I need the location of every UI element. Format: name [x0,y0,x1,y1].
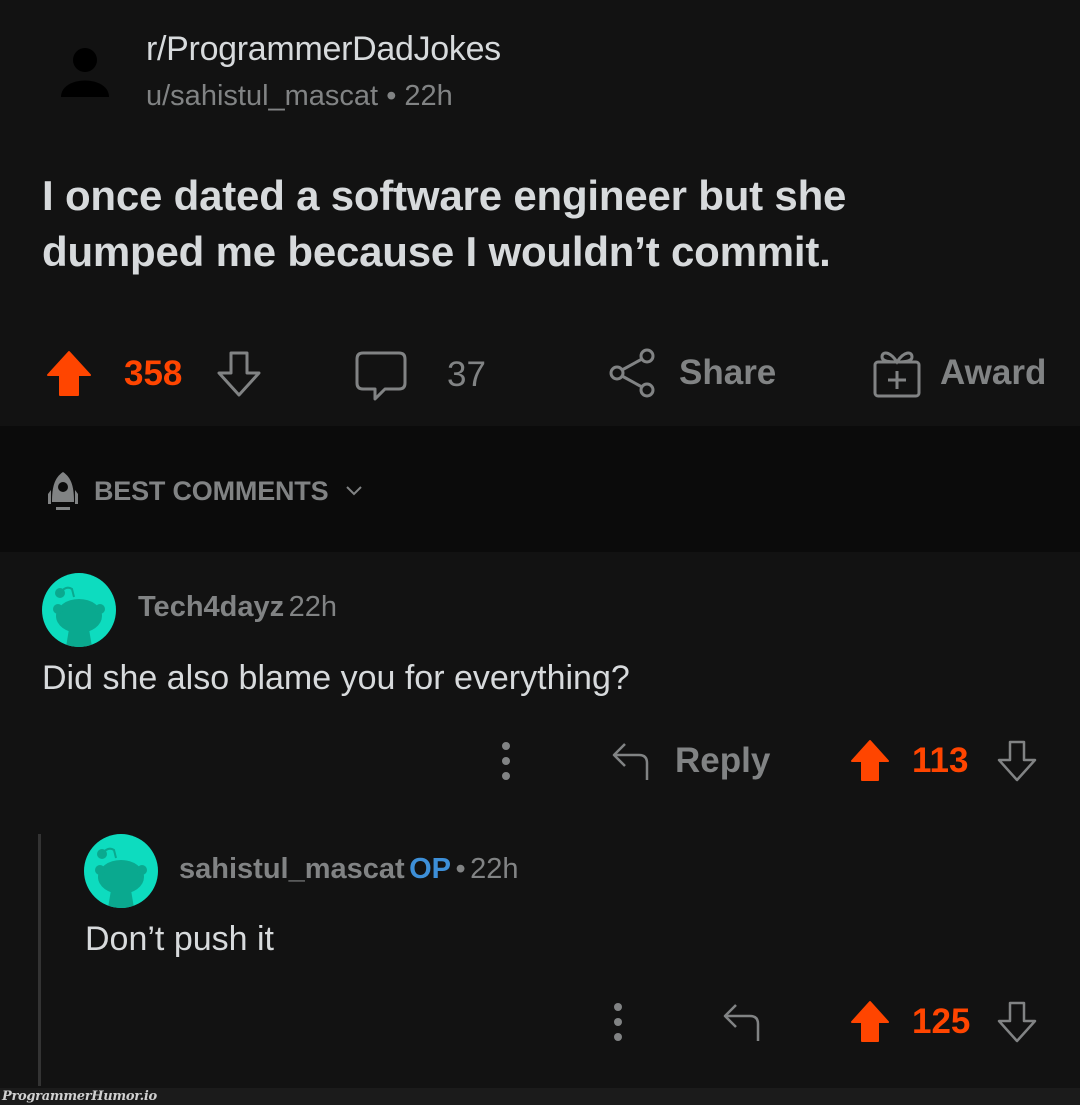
reply-arrow-icon [723,1004,760,1041]
comment-count: 37 [447,355,486,394]
thread-line[interactable] [38,834,41,1086]
commenter-avatar[interactable] [84,834,158,908]
sort-label: BEST COMMENTS [94,475,329,506]
comment-bubble-icon [355,351,407,401]
op-badge: OP [409,853,452,885]
upvote-arrow-icon [47,351,91,396]
more-options-button[interactable] [606,1001,630,1048]
downvote-arrow-icon [997,1001,1037,1043]
downvote-button[interactable] [214,349,264,399]
subreddit-name[interactable]: r/ProgrammerDadJokes [146,30,501,69]
user-silhouette-icon [61,48,109,97]
comment-body: Did she also blame you for everything? [42,659,630,697]
rocket-icon [48,472,78,510]
comment-downvote-button[interactable] [996,739,1038,788]
comment-body: Don’t push it [85,920,274,958]
commenter-avatar[interactable] [42,573,116,647]
downvote-arrow-icon [997,740,1037,782]
kebab-menu-icon [502,742,510,780]
award-label: Award [940,353,1047,392]
share-label: Share [679,353,777,392]
meta-separator: • [386,80,397,112]
comment-age: 22h [288,591,337,623]
comments-button[interactable]: 37 [355,349,486,401]
post-score: 358 [124,354,183,393]
comment-username[interactable]: Tech4dayz [138,591,284,623]
comment-header: sahistul_mascat OP • 22h [179,853,518,886]
sort-comments-button[interactable]: BEST COMMENTS [42,470,366,512]
reply-label: Reply [675,741,771,780]
comment-score: 113 [912,741,969,780]
snoo-avatar-icon [95,847,147,908]
post-title: I once dated a software engineer but she… [42,172,847,275]
comment-upvote-button[interactable] [849,1000,891,1049]
comment-downvote-button[interactable] [996,1000,1038,1049]
post-meta: u/sahistul_mascat • 22h [146,80,453,113]
share-icon [609,348,655,398]
watermark: ProgrammerHumor.io [2,1089,157,1104]
downvote-arrow-icon [217,351,261,397]
comment-score: 125 [912,1002,971,1041]
watermark-bar [0,1088,1080,1105]
post-author[interactable]: u/sahistul_mascat [146,80,378,112]
comment-age: 22h [470,853,519,885]
post-age: 22h [404,80,453,112]
comment-header: Tech4dayz 22h [138,591,337,624]
more-options-button[interactable] [494,740,518,787]
reply-button[interactable]: Reply [611,740,770,782]
kebab-menu-icon [614,1003,622,1041]
chevron-down-icon [346,486,363,496]
comment-upvote-button[interactable] [849,739,891,788]
subreddit-avatar[interactable] [58,45,112,99]
comment-username[interactable]: sahistul_mascat [179,853,405,885]
upvote-arrow-icon [851,740,889,781]
reply-arrow-icon [612,743,649,780]
award-button[interactable]: Award [872,347,1046,399]
snoo-avatar-icon [53,586,105,647]
upvote-arrow-icon [851,1001,889,1042]
upvote-button[interactable] [44,349,94,399]
gift-award-icon [873,351,921,398]
share-button[interactable]: Share [607,347,776,399]
meta-separator: • [455,853,466,885]
reply-button[interactable] [722,1001,764,1048]
